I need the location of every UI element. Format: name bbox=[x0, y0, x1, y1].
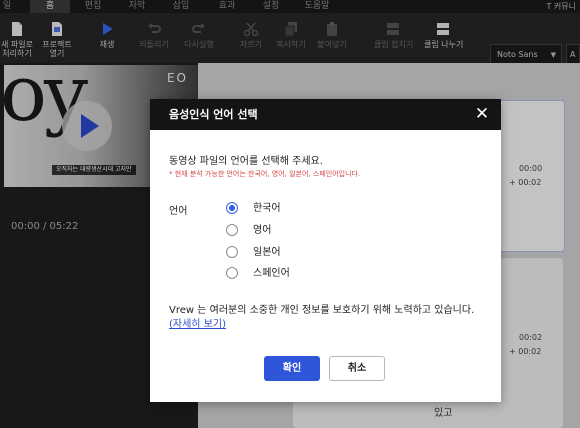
privacy-notice: Vrew 는 여러분의 소중한 개인 정보를 보호하기 위해 노력하고 있습니다… bbox=[169, 305, 475, 316]
cancel-button[interactable]: 취소 bbox=[329, 356, 385, 381]
radio-button[interactable] bbox=[226, 224, 238, 236]
radio-button-checked[interactable] bbox=[226, 202, 238, 214]
radio-button[interactable] bbox=[226, 267, 238, 279]
language-option-label: 일본어 bbox=[253, 247, 281, 258]
language-option-label: 스페인어 bbox=[253, 268, 290, 279]
dialog-header: 음성인식 언어 선택 ✕ bbox=[150, 99, 501, 130]
close-icon[interactable]: ✕ bbox=[472, 103, 492, 125]
language-label: 언어 bbox=[169, 206, 188, 217]
radio-button[interactable] bbox=[226, 246, 238, 258]
language-option-label: 영어 bbox=[253, 225, 272, 236]
privacy-details-link[interactable]: (자세히 보기) bbox=[169, 315, 226, 330]
language-option-label: 한국어 bbox=[253, 203, 281, 214]
dialog-title: 음성인식 언어 선택 bbox=[169, 108, 258, 121]
supported-languages-notice: * 현재 분석 가능한 언어는 한국어, 영어, 일본어, 스페인어입니다. bbox=[169, 170, 361, 178]
language-select-dialog: 음성인식 언어 선택 ✕ 동영상 파일의 언어를 선택해 주세요. * 현재 분… bbox=[150, 99, 501, 402]
dialog-prompt: 동영상 파일의 언어를 선택해 주세요. bbox=[169, 156, 323, 167]
confirm-button[interactable]: 확인 bbox=[264, 356, 320, 381]
